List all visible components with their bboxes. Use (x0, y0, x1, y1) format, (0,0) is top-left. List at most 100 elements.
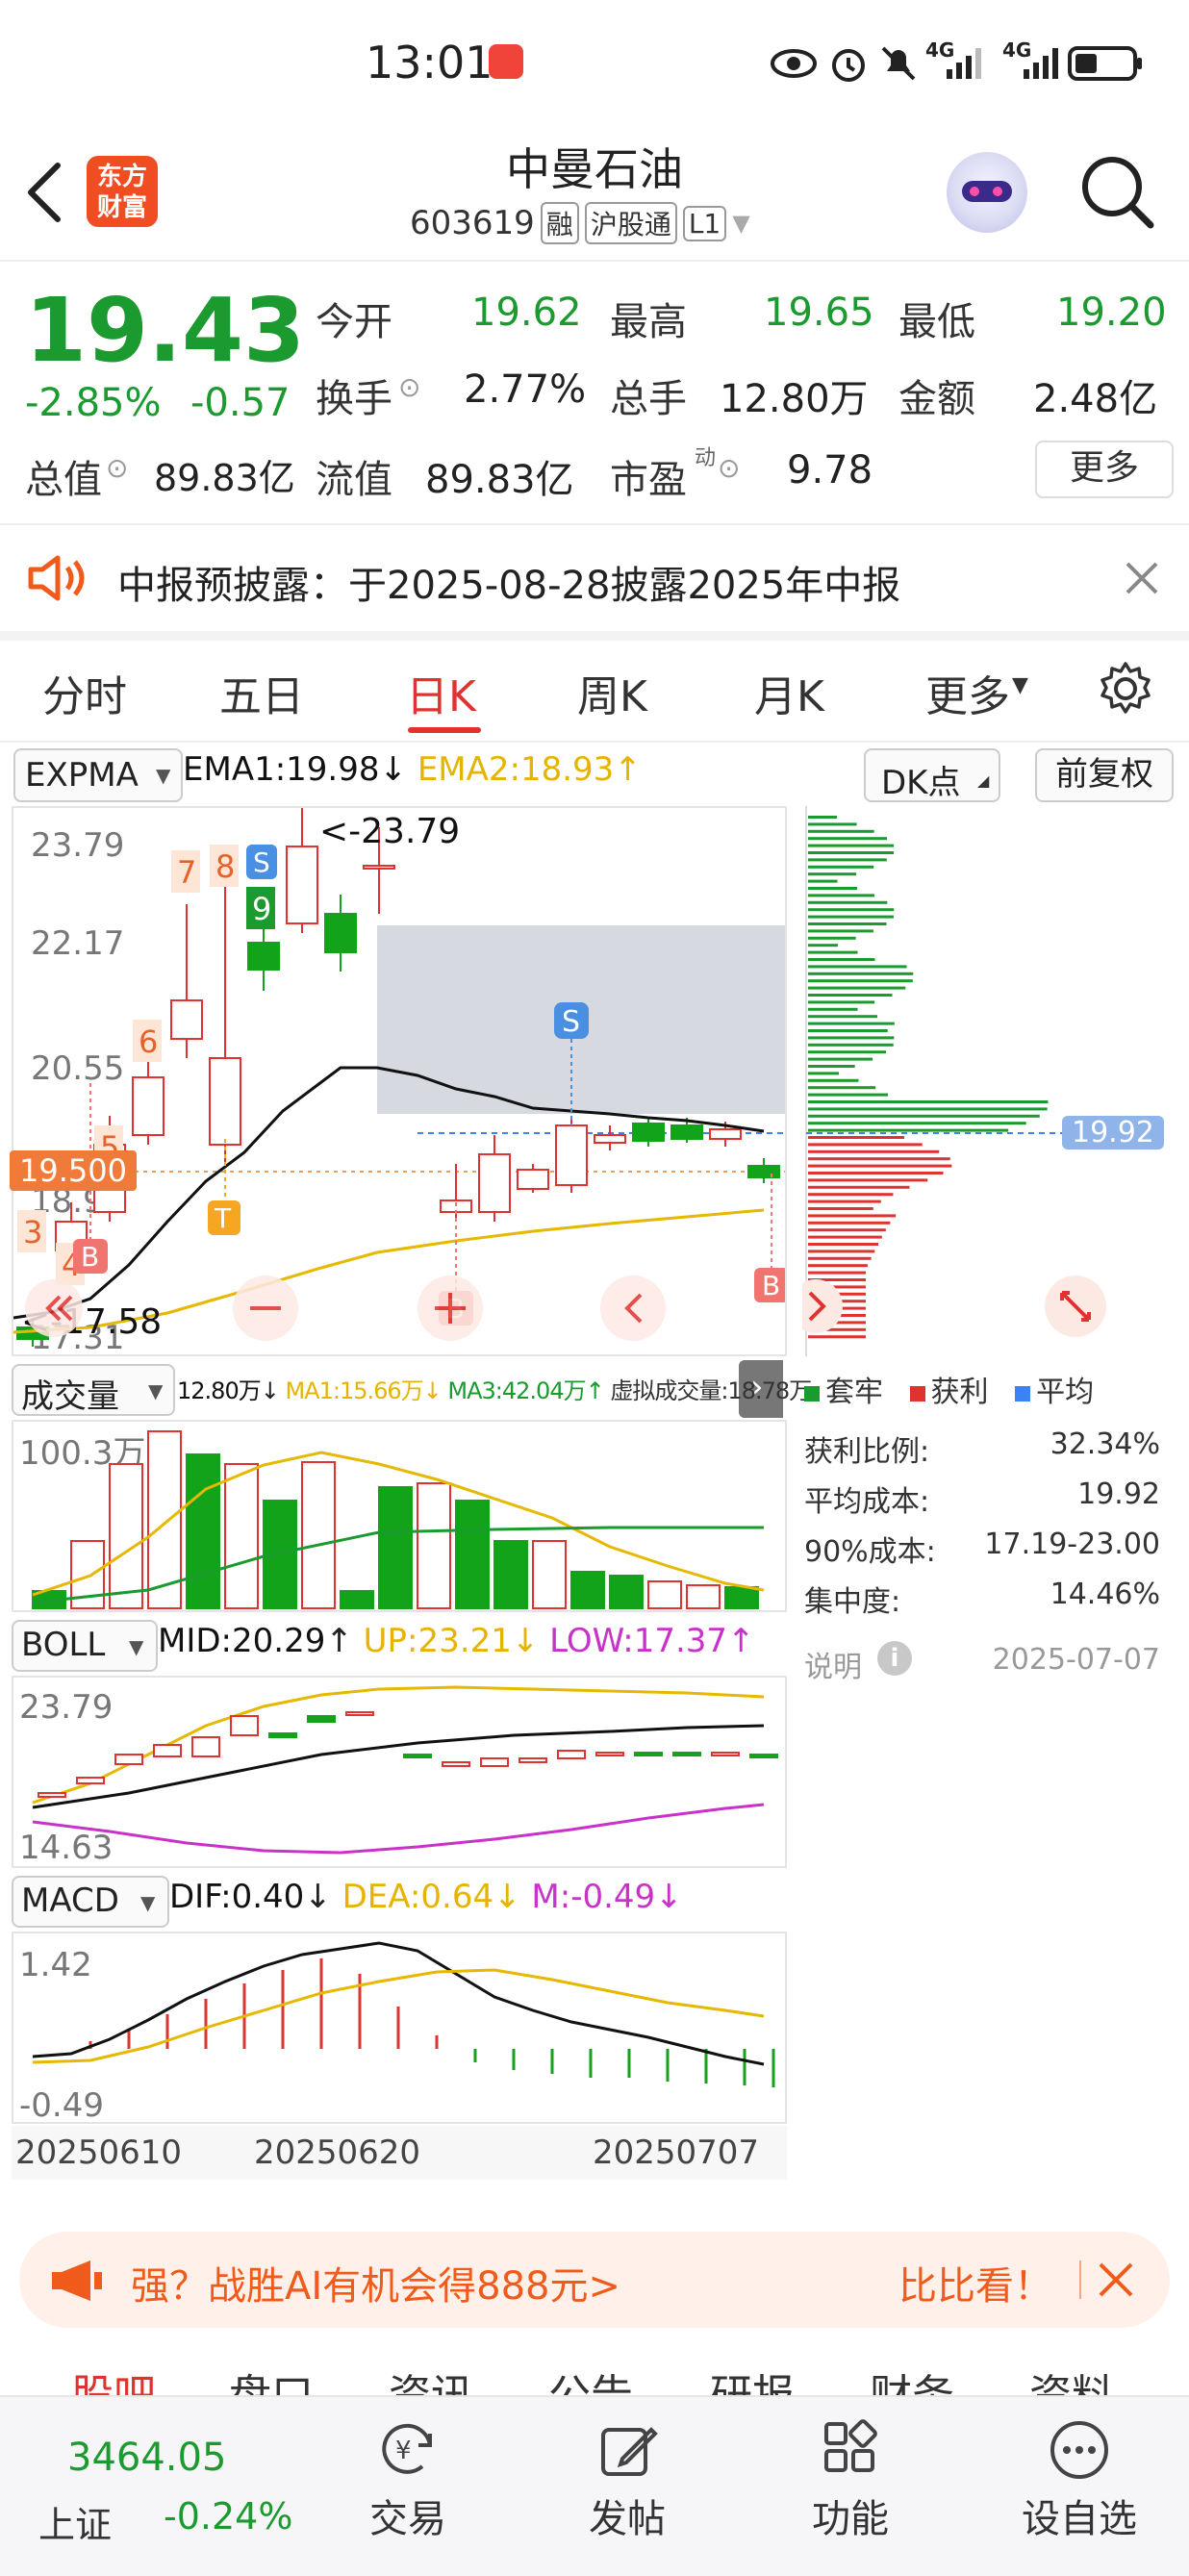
notification-icon (489, 44, 523, 79)
chip-bar (808, 829, 874, 833)
candle (76, 1777, 105, 1784)
avg-cost-label: 平均成本: (804, 1485, 930, 1519)
chip-bar (808, 936, 856, 940)
gear-icon[interactable] (1097, 660, 1154, 718)
promo-banner[interactable]: 强？战胜AI有机会得888元> 比比看！ (19, 2232, 1170, 2328)
chip-bar (808, 1050, 887, 1054)
chip-bar (808, 822, 857, 826)
chip-bar (808, 1072, 840, 1075)
candle (670, 1124, 703, 1140)
chip-bar (808, 1256, 872, 1260)
mute-icon (881, 46, 916, 81)
info-icon[interactable]: ⊙ (106, 452, 128, 484)
candle (209, 1057, 241, 1146)
volume-bar (301, 1461, 336, 1609)
index-name: 上证 (38, 2504, 113, 2546)
notice-bar[interactable]: 中报预披露：于2025-08-28披露2025年中报 (0, 525, 1189, 631)
volume-label: 总手 (610, 377, 687, 421)
robot-assistant-icon[interactable] (947, 152, 1027, 233)
dk-point-button[interactable]: DK点 ◢ (864, 748, 1000, 802)
nav-functions[interactable]: 功能 (793, 2416, 908, 2561)
chip-bar (808, 1093, 889, 1097)
period-tabs: 分时 五日 日K 周K 月K 更多 ▼ (0, 641, 1189, 741)
volume-selector[interactable]: 成交量 ▼ (12, 1364, 175, 1416)
volume-bar (417, 1482, 451, 1609)
divider (1079, 2260, 1081, 2299)
scroll-start-button (25, 1279, 83, 1337)
chip-bar (808, 965, 907, 969)
eye-icon (771, 49, 817, 78)
nav-trade[interactable]: ¥ 交易 (350, 2416, 466, 2561)
volume-bar (109, 1463, 143, 1609)
promo-action[interactable]: 比比看！ (898, 2255, 1052, 2311)
alarm-icon (832, 49, 865, 82)
date-label: 20250620 (254, 2134, 421, 2172)
note-label: 说明 (804, 1651, 862, 1684)
candle (480, 1757, 509, 1767)
candle (478, 1153, 511, 1213)
volume-bar (609, 1575, 644, 1609)
tab-5day[interactable]: 五日 (219, 662, 304, 723)
dropdown-caret-icon[interactable]: ▼ (732, 210, 749, 237)
search-icon[interactable] (1079, 154, 1156, 231)
last-price: 19.43 (25, 279, 306, 382)
tab-monthly-k[interactable]: 月K (754, 662, 824, 723)
dropdown-icon: ▼ (156, 764, 171, 787)
macd-chart[interactable]: 1.42 -0.49 (13, 1933, 785, 2122)
macd-selector[interactable]: MACD ▼ (12, 1876, 169, 1928)
active-tab-indicator (408, 727, 481, 733)
nav-post[interactable]: 发帖 (569, 2416, 685, 2561)
chip-bar (808, 858, 887, 862)
chip-bar (808, 1172, 944, 1174)
close-icon[interactable] (1124, 560, 1160, 596)
bottom-nav: 3464.05 上证 -0.24% ¥ 交易 发帖 功能 设自选 (0, 2395, 1189, 2576)
info-icon[interactable]: i (877, 1641, 912, 1676)
candle (711, 1752, 740, 1756)
tab-more[interactable]: 更多 (925, 662, 1010, 723)
y-label: 23.79 (31, 826, 124, 865)
volume-legend: 12.80万↓ MA1:15.66万↓ MA3:42.04万↑ 虚拟成交量:18… (177, 1377, 812, 1404)
scroll-left-button (600, 1275, 666, 1341)
index-ticker[interactable]: 3464.05 上证 -0.24% (25, 2426, 304, 2551)
concentration-value: 14.46% (1050, 1578, 1160, 1611)
chip-bar (808, 1078, 859, 1082)
info-icon[interactable]: ⊙ (398, 371, 420, 403)
signal-icon-2 (1024, 48, 1058, 79)
more-caret-icon[interactable]: ▼ (1012, 673, 1028, 697)
kline-chart[interactable]: 23.79 22.17 20.55 18.93 17.31 <-23.79 <-… (13, 808, 785, 1354)
volume-value: 12.80万 (720, 377, 869, 421)
boll-chart[interactable]: 23.79 14.63 (13, 1678, 785, 1866)
max-price-annotation: <-23.79 (319, 812, 460, 851)
candle (153, 1744, 182, 1757)
candle (634, 1752, 663, 1756)
more-button[interactable]: 更多 (1035, 441, 1174, 498)
volume-bar (686, 1584, 721, 1609)
boll-mid-line (32, 1724, 765, 1809)
pe-superscript: 动 (695, 446, 717, 470)
adjust-button[interactable]: 前复权 (1035, 748, 1174, 802)
divider (0, 631, 1189, 641)
nav-add-watchlist[interactable]: 设自选 (1012, 2416, 1147, 2561)
chip-bar (808, 944, 839, 947)
volume-bar (493, 1540, 528, 1609)
stock-code-row: 603619 融 沪股通 L1 ▼ (410, 202, 750, 244)
boll-selector[interactable]: BOLL ▼ (12, 1620, 158, 1672)
candle (672, 1752, 701, 1756)
megaphone-icon (52, 2260, 102, 2301)
chip-bar (808, 887, 858, 890)
change-value: -0.57 (190, 381, 291, 425)
indicator-selector[interactable]: EXPMA ▼ (13, 748, 183, 802)
divider (0, 741, 1189, 743)
volume-bar (570, 1571, 605, 1609)
volume-bar (224, 1463, 259, 1609)
info-icon[interactable]: ⊙ (718, 452, 740, 484)
tab-daily-k[interactable]: 日K (406, 662, 476, 723)
volume-chart[interactable]: 100.3万 (13, 1422, 785, 1610)
candle (749, 1754, 778, 1758)
stock-header: 东方 财富 中曼石油 603619 融 沪股通 L1 ▼ (0, 125, 1189, 260)
close-icon[interactable] (1097, 2260, 1135, 2299)
boll-low-line (32, 1803, 765, 1855)
tab-weekly-k[interactable]: 周K (577, 662, 647, 723)
tab-intraday[interactable]: 分时 (42, 662, 127, 723)
chip-distribution-chart[interactable] (802, 806, 1160, 1356)
